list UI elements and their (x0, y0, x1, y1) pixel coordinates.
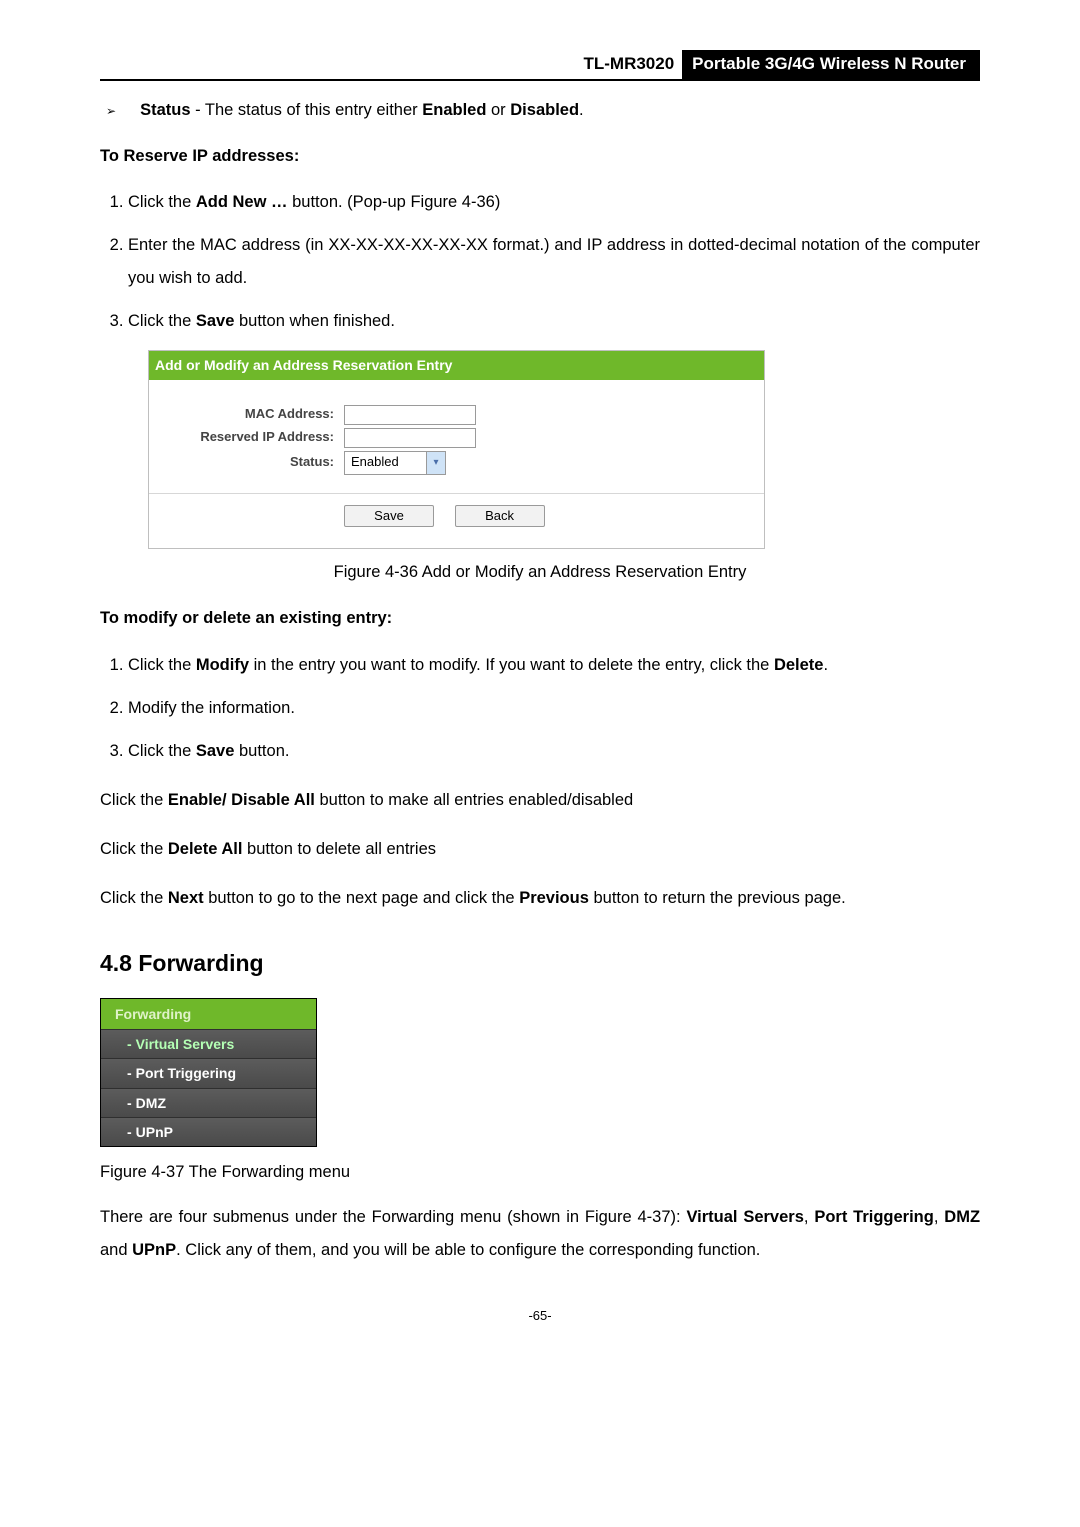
list-item: Enter the MAC address (in XX-XX-XX-XX-XX… (128, 229, 980, 295)
status-text: Status - The status of this entry either… (140, 99, 584, 123)
list-item: Click the Add New … button. (Pop-up Figu… (128, 186, 980, 219)
status-selected: Enabled (345, 453, 426, 472)
ip-label: Reserved IP Address: (149, 428, 344, 447)
menu-label: DMZ (136, 1093, 166, 1113)
status-select[interactable]: Enabled ▾ (344, 451, 446, 475)
menu-item-port-triggering[interactable]: - Port Triggering (101, 1058, 316, 1087)
menu-label: Virtual Servers (136, 1034, 235, 1054)
menu-label: Port Triggering (136, 1063, 236, 1083)
list-item: Click the Modify in the entry you want t… (128, 649, 980, 682)
figure-37-caption: Figure 4-37 The Forwarding menu (100, 1161, 980, 1185)
page-number: -65- (100, 1307, 980, 1326)
mac-label: MAC Address: (149, 405, 344, 424)
reservation-panel: Add or Modify an Address Reservation Ent… (148, 350, 765, 548)
dash-icon: - (127, 1093, 132, 1113)
mac-address-input[interactable] (344, 405, 476, 425)
list-item: Click the Save button. (128, 735, 980, 768)
list-item: Click the Save button when finished. (128, 305, 980, 338)
reserve-title: To Reserve IP addresses: (100, 145, 980, 169)
reserve-steps: Click the Add New … button. (Pop-up Figu… (100, 186, 980, 338)
figure-36-caption: Figure 4-36 Add or Modify an Address Res… (100, 561, 980, 585)
modify-title: To modify or delete an existing entry: (100, 607, 980, 631)
arrow-icon: ➢ (106, 99, 116, 123)
save-button[interactable]: Save (344, 505, 434, 527)
delete-all-para: Click the Delete All button to delete al… (100, 833, 980, 866)
panel-title: Add or Modify an Address Reservation Ent… (149, 351, 764, 379)
list-item: Modify the information. (128, 692, 980, 725)
forwarding-heading: 4.8 Forwarding (100, 947, 980, 980)
header-model: TL-MR3020 (575, 50, 682, 79)
menu-item-upnp[interactable]: - UPnP (101, 1117, 316, 1146)
menu-item-virtual-servers[interactable]: - Virtual Servers (101, 1029, 316, 1058)
modify-steps: Click the Modify in the entry you want t… (100, 649, 980, 768)
dash-icon: - (127, 1063, 132, 1083)
chevron-down-icon: ▾ (426, 452, 445, 474)
forwarding-paragraph: There are four submenus under the Forwar… (100, 1201, 980, 1267)
next-prev-para: Click the Next button to go to the next … (100, 882, 980, 915)
reserved-ip-input[interactable] (344, 428, 476, 448)
doc-header: TL-MR3020 Portable 3G/4G Wireless N Rout… (100, 50, 980, 81)
dash-icon: - (127, 1034, 132, 1054)
header-product: Portable 3G/4G Wireless N Router (682, 50, 980, 79)
status-label: Status: (149, 453, 344, 472)
menu-header: Forwarding (101, 999, 316, 1029)
dash-icon: - (127, 1122, 132, 1142)
menu-item-dmz[interactable]: - DMZ (101, 1088, 316, 1117)
back-button[interactable]: Back (455, 505, 545, 527)
enable-all-para: Click the Enable/ Disable All button to … (100, 784, 980, 817)
status-bullet: ➢ Status - The status of this entry eith… (100, 99, 980, 123)
menu-label: UPnP (136, 1122, 173, 1142)
forwarding-menu: Forwarding - Virtual Servers - Port Trig… (100, 998, 317, 1147)
